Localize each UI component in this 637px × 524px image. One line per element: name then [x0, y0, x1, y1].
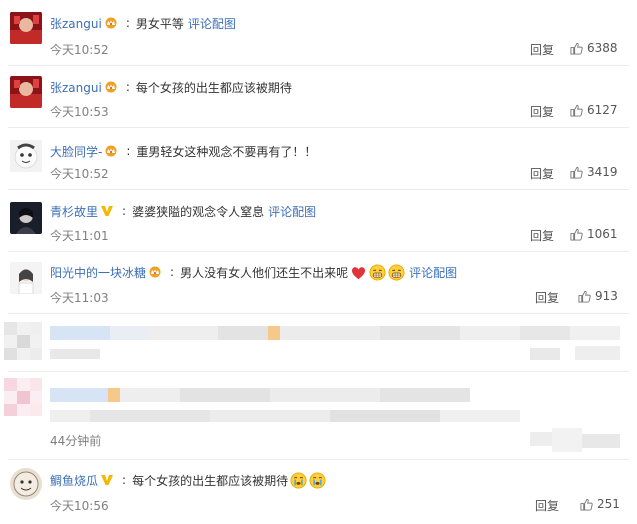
- reply-button[interactable]: 回复: [530, 165, 554, 182]
- redacted-actions: [530, 428, 620, 452]
- like-count: 913: [595, 289, 618, 303]
- like-count: 1061: [587, 227, 618, 241]
- thumb-up-icon: [570, 42, 583, 55]
- reply-button[interactable]: 回复: [530, 103, 554, 120]
- comment-time: 44分钟前: [50, 434, 102, 448]
- comment-time: 今天10:52: [50, 167, 109, 181]
- comment-text: 婆婆狭隘的观念令人窒息: [132, 204, 265, 219]
- comment-text: 每个女孩的出生都应该被期待: [135, 80, 292, 95]
- username-link[interactable]: 张zangui: [50, 79, 102, 96]
- redacted-comment-row: [0, 314, 637, 372]
- avatar[interactable]: [10, 12, 42, 44]
- comment-text: 男女平等: [135, 16, 184, 31]
- like-button[interactable]: 1061: [570, 227, 618, 241]
- reply-button[interactable]: 回复: [530, 41, 554, 58]
- avatar[interactable]: [10, 468, 42, 500]
- comment-image-link[interactable]: 评论配图: [409, 264, 457, 281]
- verified-v-icon: [101, 475, 114, 485]
- grin-emoji-icon: [369, 263, 386, 281]
- redacted-text: [50, 410, 520, 422]
- redacted-actions: [530, 344, 620, 362]
- comment-row-8: 鲷鱼烧瓜 : 每个女孩的出生都应该被期待 今天10:56 回复 251: [0, 460, 637, 524]
- like-button[interactable]: 3419: [570, 165, 618, 179]
- reply-button[interactable]: 回复: [530, 227, 554, 244]
- thumb-up-icon: [570, 104, 583, 117]
- avatar[interactable]: [10, 262, 42, 294]
- crown-icon: [105, 81, 117, 93]
- like-count: 6388: [587, 41, 618, 55]
- comment-text: 男人没有女人他们还生不出来呢: [180, 265, 349, 280]
- redacted-text: [50, 326, 620, 340]
- thumb-up-icon: [570, 166, 583, 179]
- redacted-avatar: [4, 322, 42, 360]
- thumb-up-icon: [578, 290, 591, 303]
- crown-icon: [105, 145, 117, 157]
- avatar[interactable]: [10, 140, 42, 172]
- thumb-up-icon: [570, 228, 583, 241]
- comment-time: 今天11:01: [50, 229, 109, 243]
- comment-time: 今天10:52: [50, 43, 109, 57]
- comment-row-3: 大脸同学- : 重男轻女这种观念不要再有了！！ 今天10:52 回复 3419: [0, 128, 637, 190]
- redacted-text: [50, 388, 620, 402]
- username-link[interactable]: 阳光中的一块冰糖: [50, 264, 146, 281]
- like-count: 3419: [587, 165, 618, 179]
- verified-v-icon: [101, 206, 114, 216]
- comment-text: 重男轻女这种观念不要再有了！！: [136, 144, 317, 159]
- crying-emoji-icon: [309, 471, 326, 489]
- username-link[interactable]: 张zangui: [50, 15, 102, 32]
- redacted-comment-row: 44分钟前: [0, 372, 637, 460]
- reply-button[interactable]: 回复: [535, 497, 559, 514]
- crown-icon: [105, 17, 117, 29]
- avatar[interactable]: [10, 76, 42, 108]
- comment-time: 今天10:56: [50, 499, 109, 513]
- comment-time: 今天10:53: [50, 105, 109, 119]
- like-button[interactable]: 251: [580, 497, 620, 511]
- username-link[interactable]: 大脸同学-: [50, 143, 102, 160]
- comment-image-link[interactable]: 评论配图: [268, 203, 316, 220]
- redacted-time: [50, 348, 100, 359]
- comment-row-5: 阳光中的一块冰糖 : 男人没有女人他们还生不出来呢 评论配图 今天11:03 回…: [0, 252, 637, 314]
- comment-image-link[interactable]: 评论配图: [188, 15, 236, 32]
- avatar[interactable]: [10, 202, 42, 234]
- like-button[interactable]: 6127: [570, 103, 618, 117]
- crying-emoji-icon: [290, 471, 307, 489]
- reply-button[interactable]: 回复: [535, 289, 559, 306]
- comment-row-4: 青杉故里 : 婆婆狭隘的观念令人窒息 评论配图 今天11:01 回复 1061: [0, 190, 637, 252]
- like-count: 6127: [587, 103, 618, 117]
- comment-row-2: 张zangui : 每个女孩的出生都应该被期待 今天10:53 回复 6127: [0, 66, 637, 128]
- redacted-avatar: [4, 378, 42, 416]
- like-button[interactable]: 6388: [570, 41, 618, 55]
- thumb-up-icon: [580, 498, 593, 511]
- comment-row-1: 张zangui : 男女平等 评论配图 今天10:52 回复 6388: [0, 0, 637, 66]
- heart-icon: [352, 266, 366, 279]
- comment-text: 每个女孩的出生都应该被期待: [132, 473, 289, 488]
- username-link[interactable]: 鲷鱼烧瓜: [50, 472, 98, 489]
- crown-icon: [149, 266, 161, 278]
- username-link[interactable]: 青杉故里: [50, 203, 98, 220]
- grin-emoji-icon: [388, 263, 405, 281]
- comment-time: 今天11:03: [50, 291, 109, 305]
- like-count: 251: [597, 497, 620, 511]
- like-button[interactable]: 913: [578, 289, 618, 303]
